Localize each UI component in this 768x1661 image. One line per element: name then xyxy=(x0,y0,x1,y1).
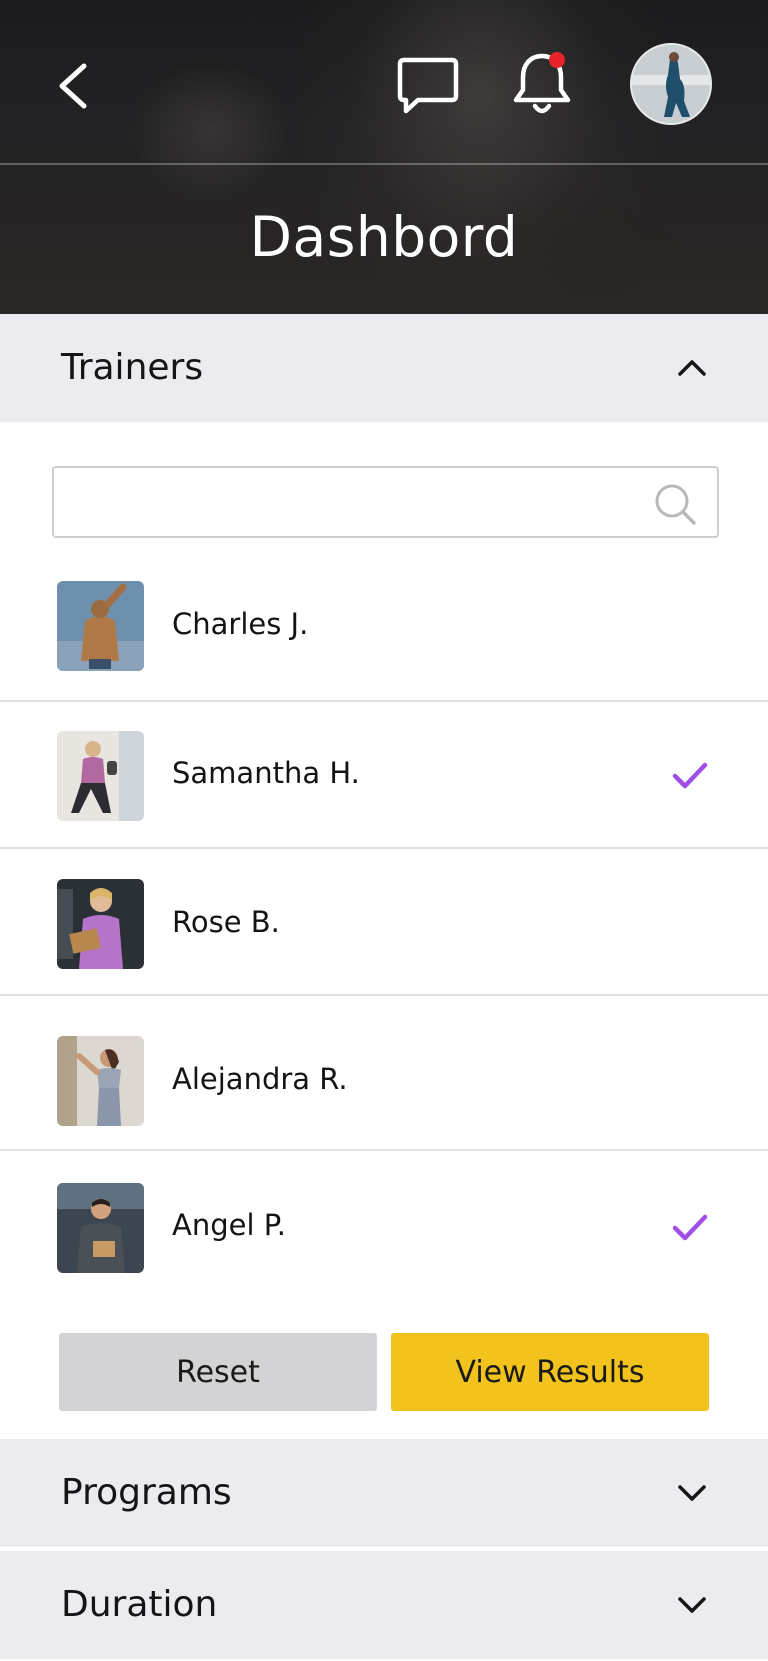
trainer-row-rose[interactable]: Rose B. xyxy=(0,849,768,996)
trainer-row-alejandra[interactable]: Alejandra R. xyxy=(0,1004,768,1151)
view-results-button[interactable]: View Results xyxy=(391,1333,709,1411)
trainer-photo xyxy=(57,879,144,969)
trainer-photo xyxy=(57,1183,144,1273)
trainer-alejandra-photo xyxy=(57,1036,144,1126)
header-divider xyxy=(0,163,768,165)
trainer-photo xyxy=(57,581,144,671)
search-icon[interactable] xyxy=(653,482,697,526)
section-programs[interactable]: Programs xyxy=(0,1439,768,1547)
trainer-photo xyxy=(57,731,144,821)
section-duration-label: Duration xyxy=(61,1584,218,1625)
checkmark-icon xyxy=(672,1214,708,1241)
trainer-row-samantha[interactable]: Samantha H. xyxy=(0,702,768,849)
trainer-name: Angel P. xyxy=(172,1208,286,1242)
section-programs-label: Programs xyxy=(61,1472,232,1513)
section-duration[interactable]: Duration xyxy=(0,1551,768,1659)
chevron-down-icon xyxy=(678,1485,706,1501)
search-input[interactable] xyxy=(66,478,646,528)
chevron-left-icon xyxy=(59,63,87,109)
avatar[interactable] xyxy=(630,43,712,125)
notification-dot xyxy=(549,52,565,68)
messages-button[interactable] xyxy=(396,54,460,116)
header: Dashbord xyxy=(0,0,768,314)
section-trainers-label: Trainers xyxy=(61,347,204,388)
section-trainers[interactable]: Trainers xyxy=(0,314,768,422)
trainer-row-charles[interactable]: Charles J. xyxy=(0,555,768,702)
trainer-samantha-photo xyxy=(57,731,144,821)
header-background-detail xyxy=(130,60,290,200)
user-avatar-image xyxy=(632,45,710,123)
trainer-rose-photo xyxy=(57,879,144,969)
trainer-row-angel[interactable]: Angel P. xyxy=(0,1152,768,1299)
trainer-search xyxy=(52,466,719,538)
chevron-down-icon xyxy=(678,1597,706,1613)
checkmark-icon xyxy=(672,762,708,789)
chevron-up-icon xyxy=(678,360,706,376)
trainer-charles-photo xyxy=(57,581,144,671)
chat-bubble-icon xyxy=(397,57,459,114)
trainer-name: Samantha H. xyxy=(172,756,360,790)
trainer-photo xyxy=(57,1036,144,1126)
trainer-name: Alejandra R. xyxy=(172,1062,348,1096)
reset-button[interactable]: Reset xyxy=(59,1333,377,1411)
trainer-name: Charles J. xyxy=(172,607,309,641)
back-button[interactable] xyxy=(52,56,96,116)
page-title: Dashbord xyxy=(249,205,519,269)
trainer-name: Rose B. xyxy=(172,905,280,939)
trainer-angel-photo xyxy=(57,1183,144,1273)
